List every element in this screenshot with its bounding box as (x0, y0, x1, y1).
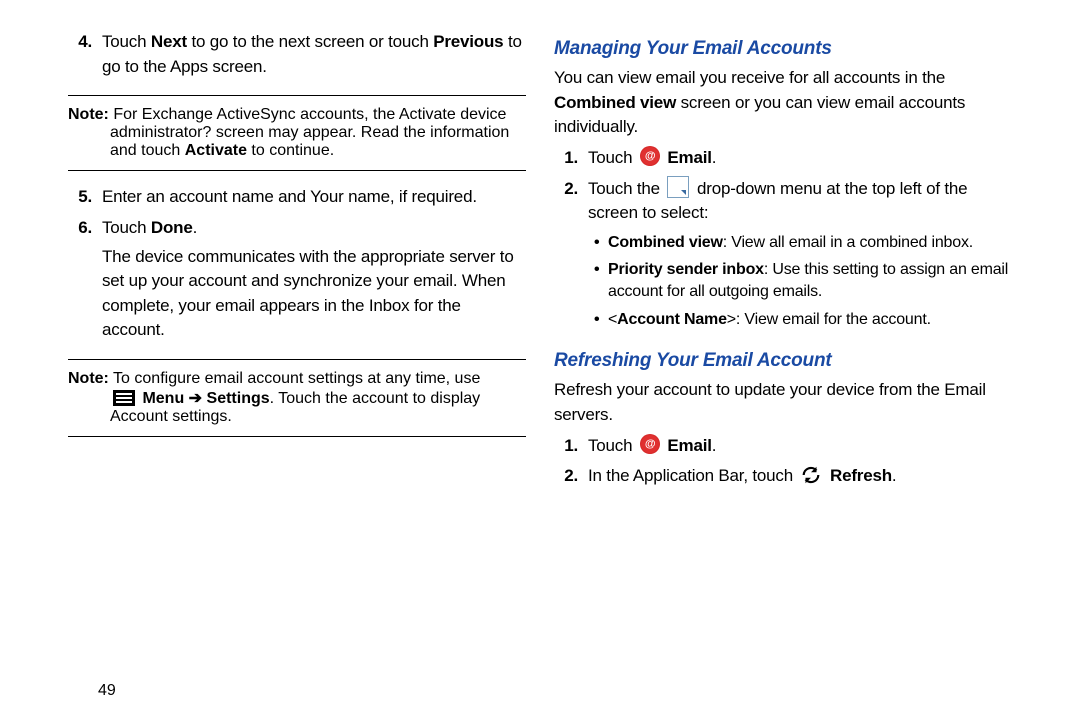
manual-page: 4. Touch Next to go to the next screen o… (0, 0, 1080, 720)
bullet-label: Priority sender inbox (608, 261, 764, 278)
email-icon (640, 434, 660, 454)
text: < (608, 311, 617, 328)
note-settings: Note: To configure email account setting… (68, 359, 526, 437)
step-body: Touch Done. The device communicates with… (102, 216, 526, 343)
step-number: 1. (554, 434, 588, 459)
step-6: 6. Touch Done. The device communicates w… (68, 216, 526, 343)
page-number: 49 (68, 682, 526, 700)
step6-description: The device communicates with the appropr… (102, 247, 514, 340)
note-label: Note: (68, 370, 109, 387)
done-label: Done (151, 218, 193, 237)
step-body: Touch Next to go to the next screen or t… (102, 30, 526, 79)
menu-icon (113, 390, 135, 406)
right-column: Managing Your Email Accounts You can vie… (540, 30, 1042, 700)
email-label: Email (667, 436, 711, 455)
text: . (712, 436, 717, 455)
text: Touch the (588, 179, 664, 198)
refresh-icon (800, 464, 822, 486)
text: Touch (588, 148, 637, 167)
next-label: Next (151, 32, 187, 51)
text: Touch (588, 436, 637, 455)
activate-label: Activate (185, 142, 247, 159)
email-label: Email (667, 148, 711, 167)
step-body: Enter an account name and Your name, if … (102, 185, 526, 210)
refresh-step-1: 1. Touch Email. (554, 434, 1012, 459)
heading-managing: Managing Your Email Accounts (554, 38, 1012, 60)
text: . (712, 148, 717, 167)
text: . (193, 218, 198, 237)
refresh-step-2: 2. In the Application Bar, touch Refresh… (554, 464, 1012, 489)
step-number: 1. (554, 146, 588, 171)
settings-label: Settings (207, 390, 270, 407)
list-item: Combined view: View all email in a combi… (608, 232, 1012, 254)
text: You can view email you receive for all a… (554, 68, 945, 87)
text: In the Application Bar, touch (588, 466, 797, 485)
text: to go to the next screen or touch (187, 32, 433, 51)
text: Touch (102, 32, 151, 51)
email-icon (640, 146, 660, 166)
text: Touch (102, 218, 151, 237)
step-body: In the Application Bar, touch Refresh. (588, 464, 1012, 489)
step-number: 2. (554, 177, 588, 337)
manage-step-2: 2. Touch the drop-down menu at the top l… (554, 177, 1012, 337)
list-item: Priority sender inbox: Use this setting … (608, 259, 1012, 302)
note-activesync: Note: For Exchange ActiveSync accounts, … (68, 95, 526, 171)
left-column: 4. Touch Next to go to the next screen o… (38, 30, 540, 700)
step-body: Touch the drop-down menu at the top left… (588, 177, 1012, 337)
dropdown-icon (667, 176, 689, 198)
text: to continue. (247, 142, 334, 159)
step-5: 5. Enter an account name and Your name, … (68, 185, 526, 210)
bullet-text: >: View email for the account. (727, 311, 931, 328)
bullet-label: Account Name (617, 311, 727, 328)
step-number: 4. (68, 30, 102, 79)
manage-step-1: 1. Touch Email. (554, 146, 1012, 171)
step-body: Touch Email. (588, 146, 1012, 171)
refresh-intro: Refresh your account to update your devi… (554, 378, 1012, 427)
step-body: Touch Email. (588, 434, 1012, 459)
list-item: <Account Name>: View email for the accou… (608, 309, 1012, 331)
heading-refreshing: Refreshing Your Email Account (554, 350, 1012, 372)
step-number: 5. (68, 185, 102, 210)
note-body: Note: For Exchange ActiveSync accounts, … (68, 106, 526, 160)
combined-view-label: Combined view (554, 93, 676, 112)
dropdown-options: Combined view: View all email in a combi… (588, 232, 1012, 330)
note-body: Note: To configure email account setting… (68, 370, 526, 426)
menu-label: Menu (142, 390, 184, 407)
step-number: 2. (554, 464, 588, 489)
step-number: 6. (68, 216, 102, 343)
refresh-label: Refresh (830, 466, 892, 485)
note-label: Note: (68, 106, 109, 123)
managing-intro: You can view email you receive for all a… (554, 66, 1012, 140)
previous-label: Previous (433, 32, 503, 51)
arrow-icon: ➔ (184, 390, 206, 407)
text: . (892, 466, 897, 485)
bullet-text: : View all email in a combined inbox. (723, 234, 973, 251)
text: To configure email account settings at a… (113, 370, 480, 387)
step-4: 4. Touch Next to go to the next screen o… (68, 30, 526, 79)
bullet-label: Combined view (608, 234, 723, 251)
